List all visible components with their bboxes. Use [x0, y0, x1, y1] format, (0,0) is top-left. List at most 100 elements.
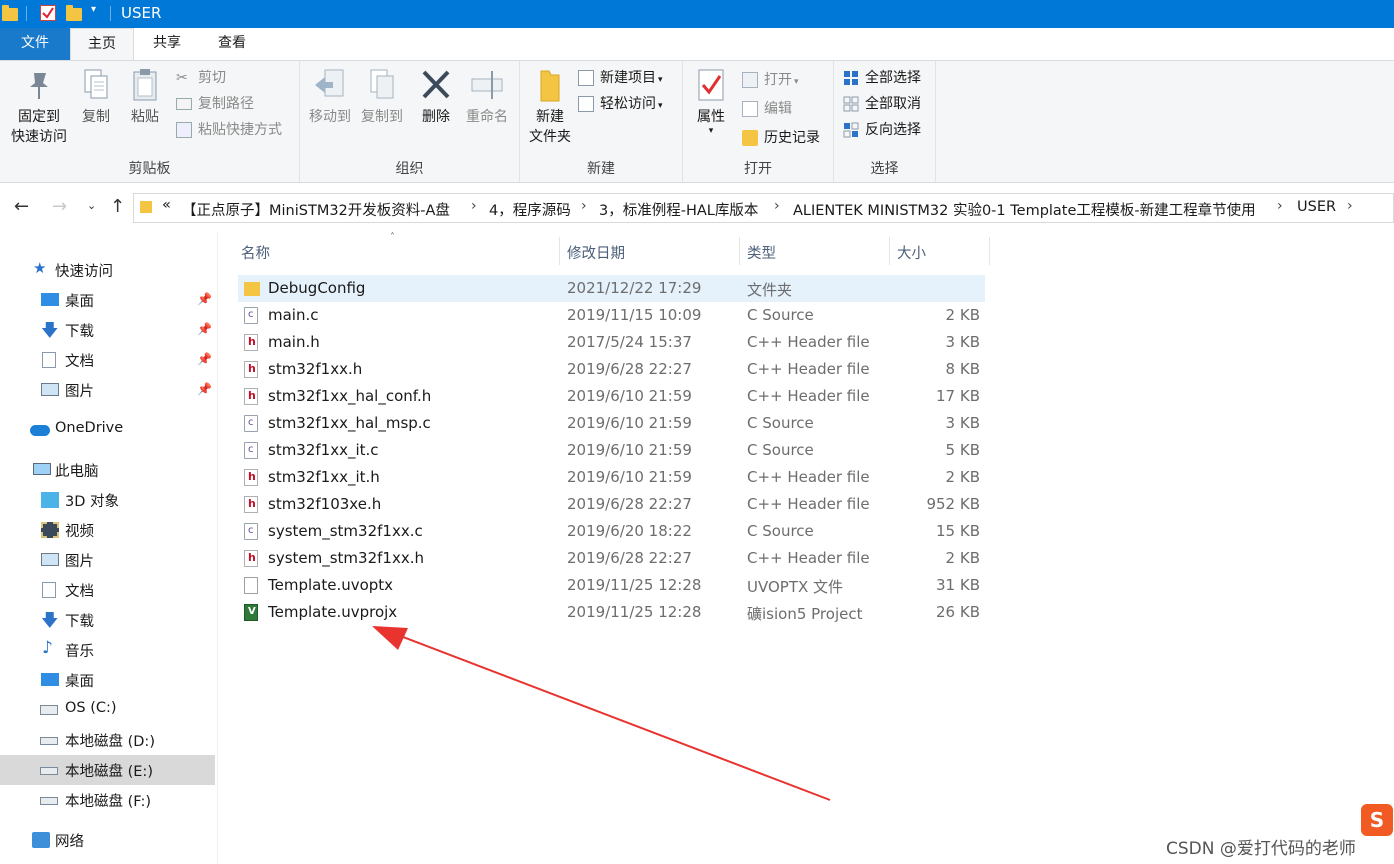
breadcrumb-item[interactable]: 3，标准例程-HAL库版本	[599, 199, 758, 220]
easy-access-label: 轻松访问	[600, 96, 656, 112]
new-folder-quick-icon[interactable]	[66, 5, 82, 21]
pin-label-2: 快速访问	[11, 129, 67, 145]
file-row[interactable]: DebugConfig 2021/12/22 17:29 文件夹	[238, 275, 985, 302]
sidebar-item-3d-objects[interactable]: 3D 对象	[0, 485, 215, 515]
sidebar-item-desktop[interactable]: 桌面 📌	[0, 285, 215, 315]
sidebar-item-documents-pc[interactable]: 文档	[0, 575, 215, 605]
breadcrumb-chevron-icon[interactable]: ›	[774, 198, 780, 214]
breadcrumb-item[interactable]: 4，程序源码	[489, 199, 571, 220]
breadcrumb-chevron-icon[interactable]: ›	[581, 198, 587, 214]
file-row[interactable]: stm32f1xx_hal_conf.h 2019/6/10 21:59 C++ H…	[238, 383, 985, 410]
sidebar-item-quick-access[interactable]: ★ 快速访问	[0, 255, 215, 285]
file-row[interactable]: stm32f1xx.h 2019/6/28 22:27 C++ Header fil…	[238, 356, 985, 383]
column-divider[interactable]	[989, 237, 990, 265]
breadcrumb-item[interactable]: ALIENTEK MINISTM32 实验0-1 Template工程模板-新建…	[793, 199, 1256, 220]
sidebar-item-this-pc[interactable]: 此电脑	[0, 455, 215, 485]
address-bar[interactable]: « 【正点原子】MiniSTM32开发板资料-A盘 › 4，程序源码 › 3，标…	[133, 193, 1394, 223]
cut-button[interactable]: ✂ 剪切	[176, 67, 226, 89]
pin-icon[interactable]: 📌	[197, 292, 212, 306]
document-icon	[42, 582, 56, 598]
file-row[interactable]: stm32f1xx_it.c 2019/6/10 21:59 C Source 5 K…	[238, 437, 985, 464]
rename-button[interactable]: 重命名	[462, 67, 512, 127]
copy-path-button[interactable]: 复制路径	[176, 93, 254, 115]
file-row[interactable]: main.c 2019/11/15 10:09 C Source 2 KB	[238, 302, 985, 329]
file-row[interactable]: main.h 2017/5/24 15:37 C++ Header file 3 KB	[238, 329, 985, 356]
sidebar-item-label: 本地磁盘 (D:)	[65, 734, 155, 750]
sidebar-item-documents[interactable]: 文档 📌	[0, 345, 215, 375]
file-row[interactable]: Template.uvoptx 2019/11/25 12:28 UVOPTX 文件…	[238, 572, 985, 599]
up-arrow-icon[interactable]: ↑	[110, 196, 125, 217]
recent-locations-chevron-icon[interactable]: ⌄	[87, 199, 96, 212]
tab-home[interactable]: 主页	[70, 28, 134, 60]
file-row[interactable]: stm32f103xe.h 2019/6/28 22:27 C++ Header f…	[238, 491, 985, 518]
file-row[interactable]: stm32f1xx_hal_msp.c 2019/6/10 21:59 C Sour…	[238, 410, 985, 437]
sidebar-item-drive-e[interactable]: 本地磁盘 (E:)	[0, 755, 215, 785]
h-file-icon	[244, 469, 258, 486]
sidebar-item-pictures-pc[interactable]: 图片	[0, 545, 215, 575]
tab-share[interactable]: 共享	[134, 28, 200, 60]
move-to-button[interactable]: 移动到	[304, 67, 356, 127]
paste-shortcut-label: 粘贴快捷方式	[198, 122, 282, 138]
sidebar-item-drive-c[interactable]: OS (C:)	[0, 695, 215, 725]
breadcrumb-chevron-icon[interactable]: ›	[1277, 198, 1283, 214]
select-none-button[interactable]: 全部取消	[843, 93, 921, 115]
sidebar-item-onedrive[interactable]: OneDrive	[0, 415, 215, 445]
column-header-modified[interactable]: 修改日期	[567, 242, 625, 263]
edit-button[interactable]: 编辑	[742, 98, 792, 120]
file-row[interactable]: stm32f1xx_it.h 2019/6/10 21:59 C++ Header …	[238, 464, 985, 491]
sidebar-item-music[interactable]: ♪ 音乐	[0, 635, 215, 665]
delete-button[interactable]: 删除	[416, 67, 456, 127]
file-name: system_stm32f1xx.c	[268, 522, 423, 540]
tab-view[interactable]: 查看	[200, 28, 264, 60]
paste-shortcut-button[interactable]: 粘贴快捷方式	[176, 119, 282, 141]
pin-icon[interactable]: 📌	[197, 322, 212, 336]
sidebar-item-pictures[interactable]: 图片 📌	[0, 375, 215, 405]
new-folder-button[interactable]: 新建 文件夹	[524, 67, 576, 147]
column-divider[interactable]	[889, 237, 890, 265]
select-all-button[interactable]: 全部选择	[843, 67, 921, 89]
sidebar-item-downloads[interactable]: 🡇 下载 📌	[0, 315, 215, 345]
column-header-name[interactable]: 名称	[241, 242, 270, 263]
breadcrumb-chevron-icon[interactable]: ›	[1347, 198, 1353, 214]
properties-quick-icon[interactable]	[40, 5, 56, 21]
back-arrow-icon[interactable]: ←	[14, 196, 29, 217]
file-row[interactable]: system_stm32f1xx.c 2019/6/20 18:22 C Sourc…	[238, 518, 985, 545]
easy-access-button[interactable]: 轻松访问 ▾	[578, 93, 663, 115]
paste-button[interactable]: 粘贴	[125, 67, 165, 127]
document-icon	[42, 352, 56, 368]
sidebar-item-network[interactable]: 网络	[0, 825, 215, 855]
pin-icon[interactable]: 📌	[197, 352, 212, 366]
copy-button[interactable]: 复制	[76, 67, 116, 127]
column-header-type[interactable]: 类型	[747, 242, 776, 263]
invert-selection-icon	[843, 122, 859, 138]
delete-icon	[419, 67, 453, 103]
sidebar-item-drive-d[interactable]: 本地磁盘 (D:)	[0, 725, 215, 755]
history-button[interactable]: 历史记录	[742, 127, 820, 149]
breadcrumb-chevron-icon[interactable]: ›	[471, 198, 477, 214]
sidebar-item-label: OneDrive	[55, 420, 124, 436]
open-button[interactable]: 打开 ▾	[742, 69, 799, 91]
column-divider[interactable]	[559, 237, 560, 265]
column-header-size[interactable]: 大小	[897, 242, 926, 263]
forward-arrow-icon[interactable]: →	[52, 196, 67, 217]
breadcrumb-item[interactable]: 【正点原子】MiniSTM32开发板资料-A盘	[182, 199, 450, 220]
breadcrumb-item-current[interactable]: USER	[1297, 199, 1336, 215]
pin-to-quick-access-button[interactable]: 固定到 快速访问	[6, 67, 72, 147]
sidebar-item-desktop-pc[interactable]: 桌面	[0, 665, 215, 695]
file-row[interactable]: system_stm32f1xx.h 2019/6/28 22:27 C++ Hea…	[238, 545, 985, 572]
properties-button[interactable]: 属性 ▾	[689, 67, 733, 136]
invert-selection-button[interactable]: 反向选择	[843, 119, 921, 141]
new-item-icon	[578, 70, 594, 86]
pin-icon	[22, 67, 56, 103]
column-divider[interactable]	[739, 237, 740, 265]
pin-icon[interactable]: 📌	[197, 382, 212, 396]
breadcrumb-overflow[interactable]: «	[162, 197, 171, 213]
new-item-button[interactable]: 新建项目 ▾	[578, 67, 663, 89]
tab-file[interactable]: 文件	[0, 28, 70, 60]
customize-quick-access-icon[interactable]: ▾	[91, 4, 96, 15]
file-modified-date: 2017/5/24 15:37	[567, 333, 692, 351]
sidebar-item-downloads-pc[interactable]: 🡇 下载	[0, 605, 215, 635]
sidebar-item-videos[interactable]: 视频	[0, 515, 215, 545]
sidebar-item-drive-f[interactable]: 本地磁盘 (F:)	[0, 785, 215, 815]
copy-to-button[interactable]: 复制到	[356, 67, 408, 127]
